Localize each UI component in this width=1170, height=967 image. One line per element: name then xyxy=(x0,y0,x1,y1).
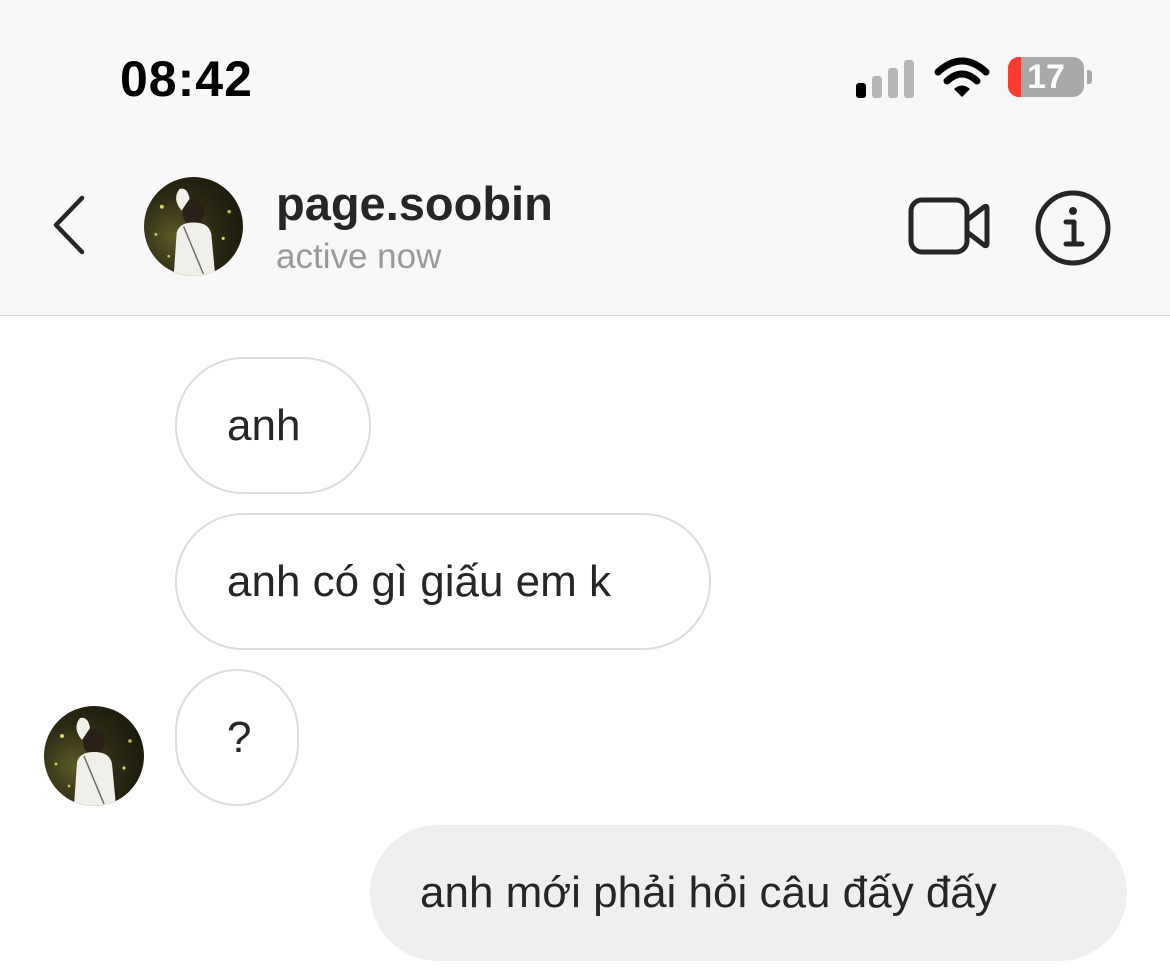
avatar-photo xyxy=(154,188,231,276)
wifi-icon xyxy=(934,57,990,97)
cellular-signal-icon xyxy=(856,60,914,98)
message-bubble-outgoing[interactable]: anh mới phải hỏi câu đấy đấy xyxy=(370,825,1127,961)
presence-status: active now xyxy=(276,237,442,276)
message-bubble-incoming[interactable]: anh có gì giấu em k xyxy=(175,513,711,650)
info-button[interactable] xyxy=(1033,188,1113,268)
chat-header: 08:42 17 page.soobin active now xyxy=(0,0,1170,316)
contact-username[interactable]: page.soobin xyxy=(276,176,553,231)
message-text: anh xyxy=(227,400,301,450)
battery-icon: 17 xyxy=(1008,57,1094,99)
sender-avatar[interactable] xyxy=(44,706,144,806)
avatar-photo xyxy=(54,717,132,806)
battery-body: 17 xyxy=(1008,57,1084,97)
message-bubble-incoming[interactable]: anh xyxy=(175,357,371,494)
battery-cap xyxy=(1087,70,1092,84)
status-time: 08:42 xyxy=(120,51,253,107)
message-text: anh có gì giấu em k xyxy=(227,556,612,606)
battery-percent: 17 xyxy=(1027,58,1065,96)
message-text: ? xyxy=(227,712,252,762)
message-text: anh mới phải hỏi câu đấy đấy xyxy=(420,868,997,917)
contact-avatar[interactable] xyxy=(144,177,243,276)
video-call-button[interactable] xyxy=(908,194,990,258)
back-button[interactable] xyxy=(44,190,94,260)
message-bubble-incoming[interactable]: ? xyxy=(175,669,299,806)
